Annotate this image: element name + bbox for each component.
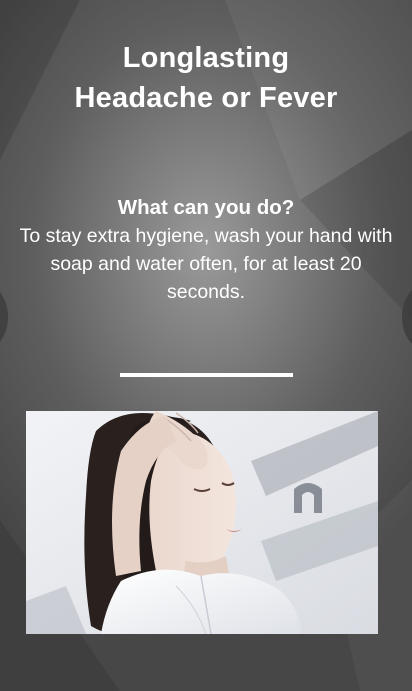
- slide-body: What can you do? To stay extra hygiene, …: [14, 194, 398, 306]
- title-line-2: Headache or Fever: [74, 82, 338, 114]
- body-text: To stay extra hygiene, wash your hand wi…: [19, 225, 393, 303]
- headache-photo: [26, 411, 378, 634]
- title-line-1: Longlasting: [122, 42, 290, 74]
- divider: [120, 373, 293, 377]
- slide-title: Longlasting Headache or Fever: [0, 38, 412, 118]
- slide-card: Longlasting Headache or Fever What can y…: [0, 0, 412, 691]
- body-heading: What can you do?: [117, 196, 295, 219]
